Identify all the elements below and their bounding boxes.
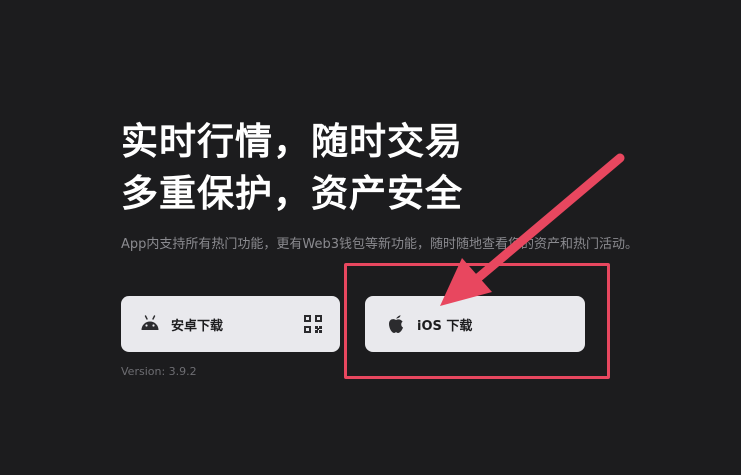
qr-code-icon[interactable] [304,315,322,333]
android-icon [137,311,163,337]
apple-icon [383,311,409,337]
hero-headline-line-1: 实时行情，随时交易 [121,120,463,163]
hero-headline-line-2: 多重保护，资产安全 [121,172,463,215]
hero-headline: 实时行情，随时交易 多重保护，资产安全 [121,116,463,220]
hero-subtitle: App内支持所有热门功能，更有Web3钱包等新功能，随时随地查看您的资产和热门活… [121,237,639,252]
ios-download-label: iOS 下载 [417,318,473,334]
android-download-button[interactable]: 安卓下载 [121,296,340,352]
android-download-label: 安卓下载 [171,318,224,334]
app-version: Version: 3.9.2 [121,365,197,378]
ios-download-button[interactable]: iOS 下载 [365,296,585,352]
